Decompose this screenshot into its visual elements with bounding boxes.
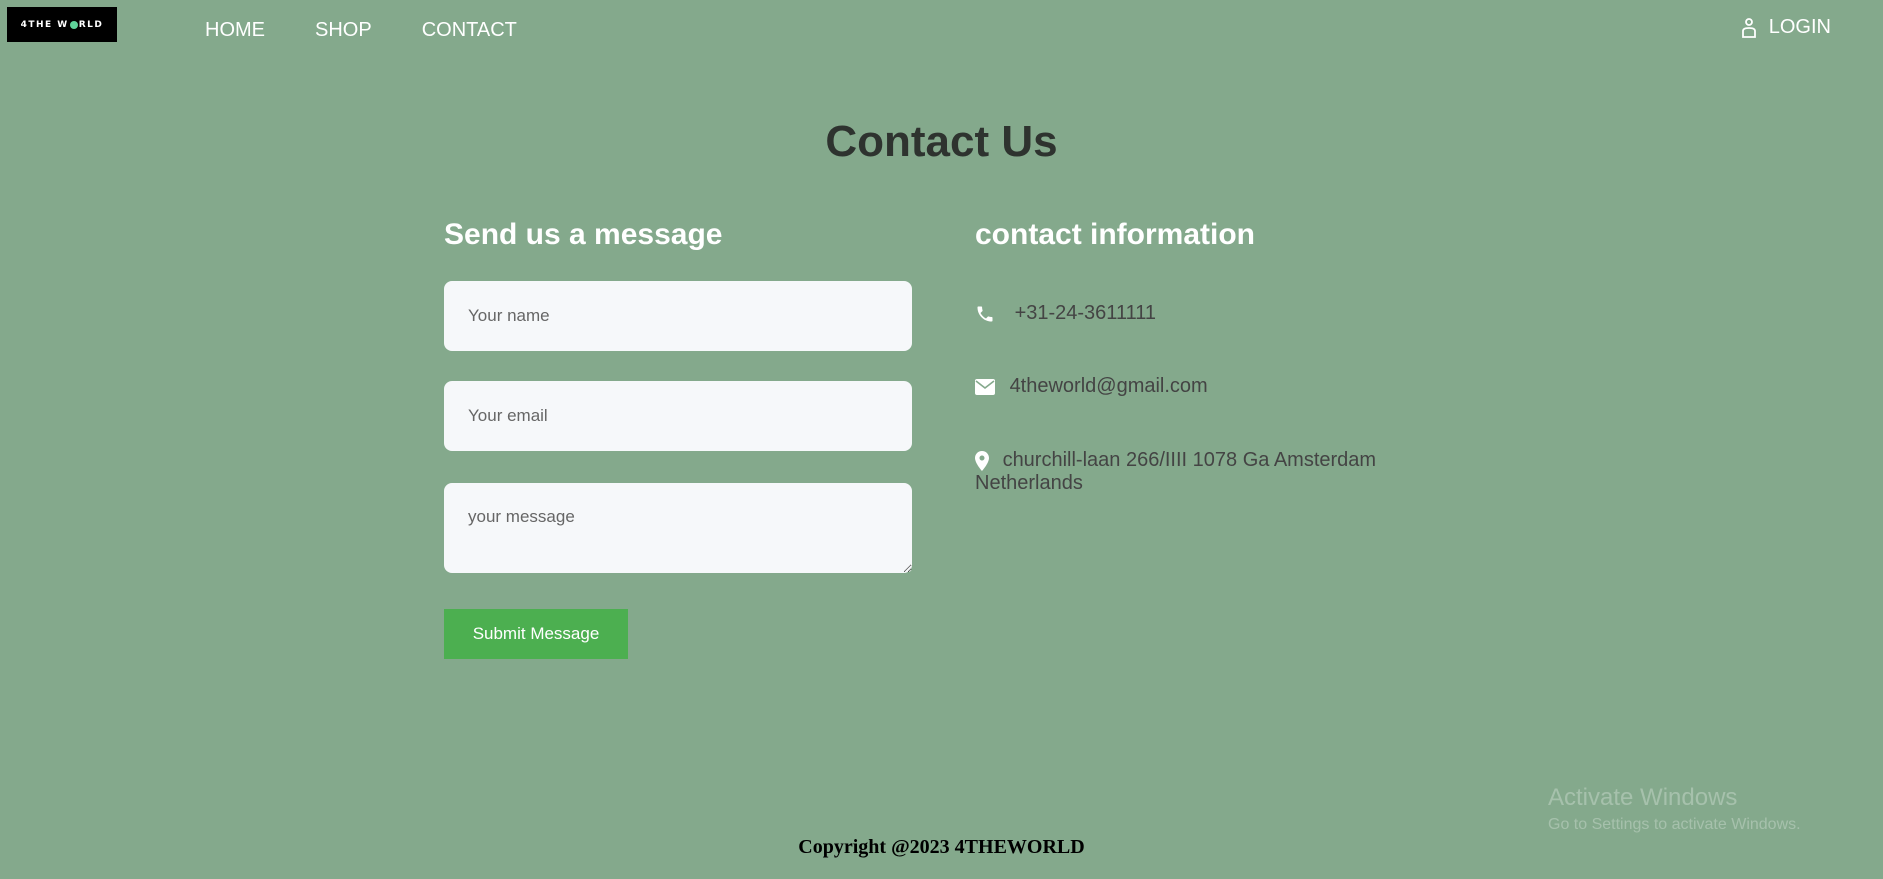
user-icon — [1741, 17, 1756, 38]
email-info: 4theworld@gmail.com — [975, 375, 1435, 398]
nav-home-link[interactable]: HOME — [205, 19, 265, 42]
form-heading: Send us a message — [444, 218, 723, 251]
phone-info: +31-24-3611111 — [975, 302, 1435, 325]
nav-contact-link[interactable]: CONTACT — [422, 19, 517, 42]
submit-message-button[interactable]: Submit Message — [444, 609, 628, 659]
nav-shop-link[interactable]: SHOP — [315, 19, 372, 42]
email-address: 4theworld@gmail.com — [1009, 375, 1208, 397]
name-input[interactable] — [444, 281, 912, 351]
page-title: Contact Us — [825, 117, 1058, 166]
login-link[interactable]: LOGIN — [1741, 16, 1831, 39]
windows-activation-watermark: Activate Windows Go to Settings to activ… — [1548, 784, 1801, 834]
globe-icon — [69, 20, 78, 29]
contact-information-section: contact information +31-24-3611111 4thew… — [975, 218, 1435, 494]
main-nav: HOME SHOP CONTACT — [205, 19, 567, 42]
watermark-title: Activate Windows — [1548, 784, 1738, 811]
address-info: churchill-laan 266/IIII 1078 Ga Amsterda… — [975, 449, 1435, 495]
watermark-subtitle: Go to Settings to activate Windows. — [1548, 816, 1801, 833]
envelope-icon — [975, 378, 995, 395]
email-input[interactable] — [444, 381, 912, 451]
phone-icon — [977, 306, 993, 322]
copyright-text: Copyright @2023 4THEWORLD — [798, 836, 1085, 858]
site-logo[interactable]: 4THE W RLD — [7, 7, 117, 42]
logo-text-end: RLD — [78, 19, 104, 30]
location-pin-icon — [975, 450, 989, 471]
login-label: LOGIN — [1768, 16, 1831, 38]
logo-text-start: 4THE W — [20, 19, 69, 30]
message-textarea[interactable] — [444, 483, 912, 573]
message-form-section: Send us a message Submit Message — [444, 218, 912, 659]
phone-number: +31-24-3611111 — [1014, 302, 1156, 324]
street-address: churchill-laan 266/IIII 1078 Ga Amsterda… — [975, 449, 1377, 494]
contact-heading: contact information — [975, 218, 1256, 251]
site-header: 4THE W RLD HOME SHOP CONTACT LOGIN — [0, 0, 1883, 60]
